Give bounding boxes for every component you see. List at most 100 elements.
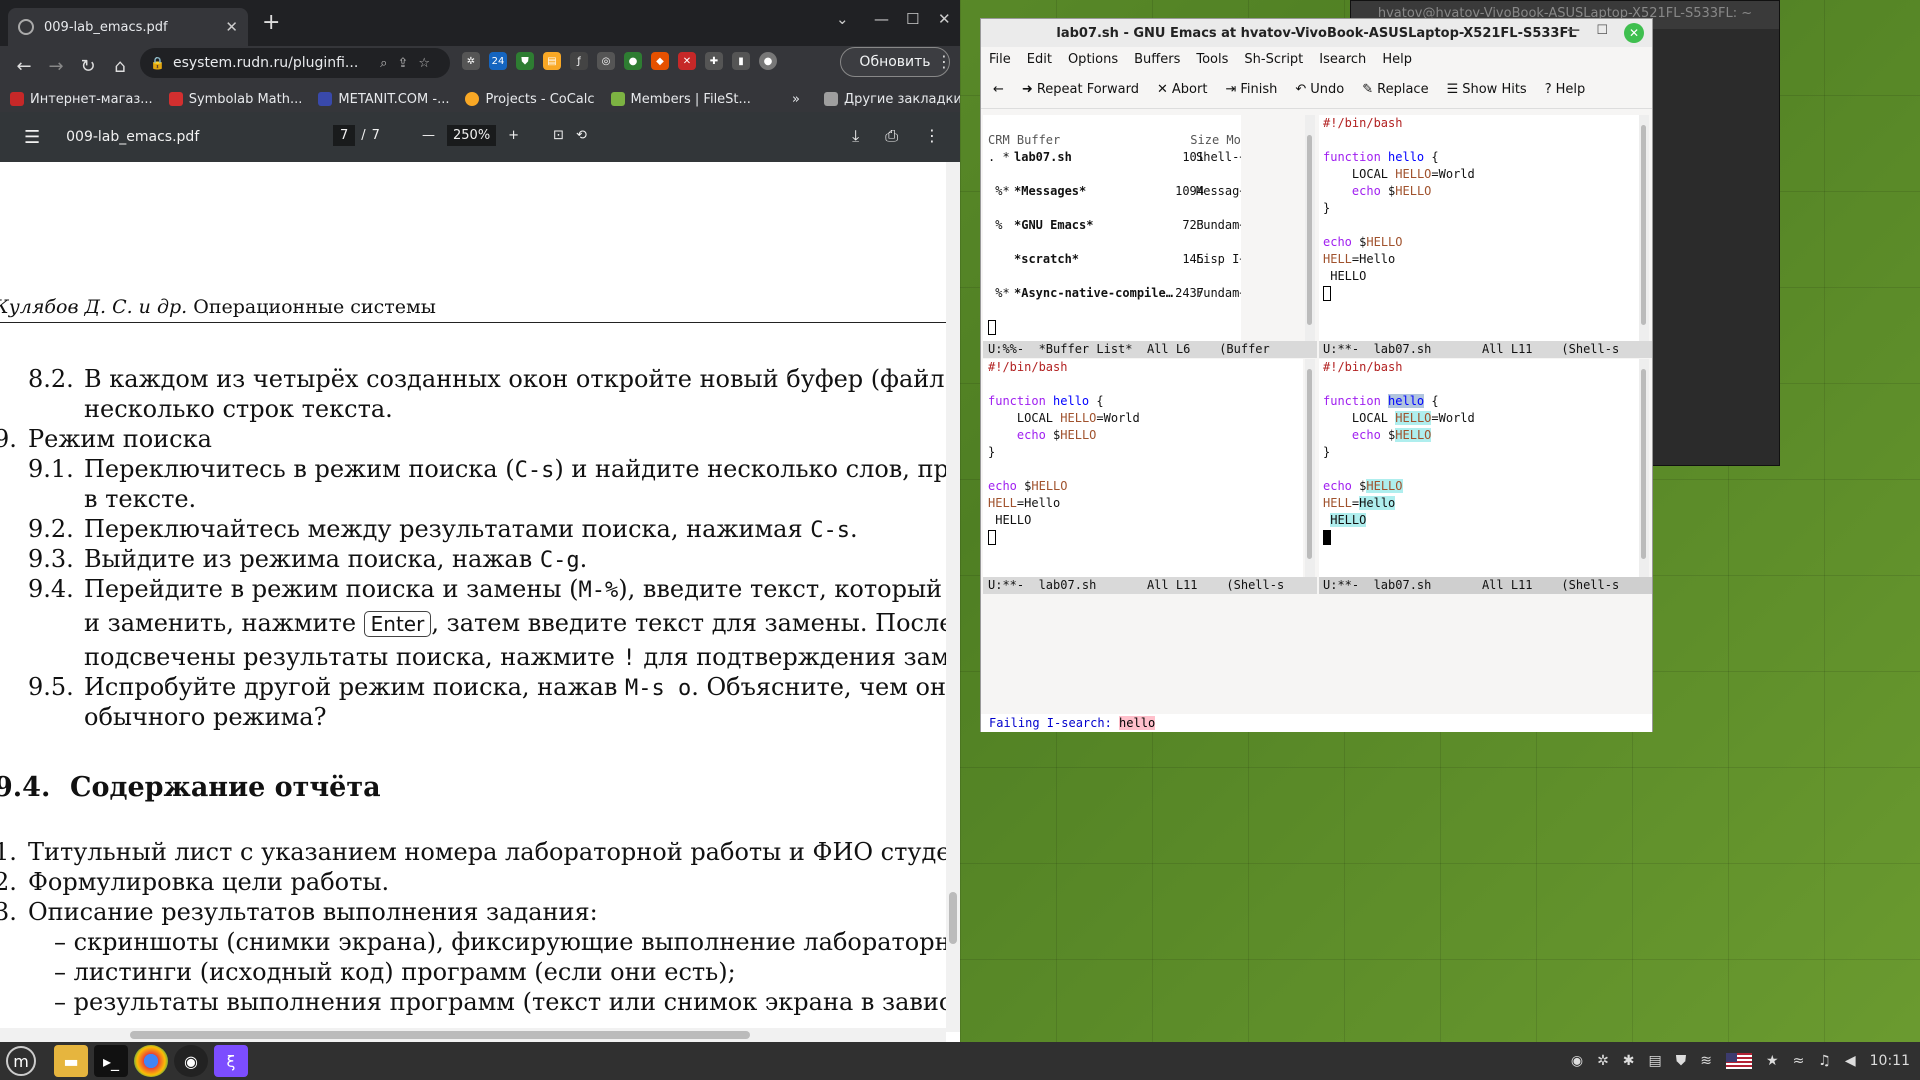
reload-icon[interactable]: ↻ [74, 56, 102, 77]
help-button[interactable]: ? Help [1545, 82, 1586, 97]
scrollbar-thumb[interactable] [1307, 135, 1312, 325]
menu-help[interactable]: Help [1382, 52, 1412, 67]
chrome-icon[interactable] [134, 1045, 168, 1077]
obs-icon[interactable]: ◉ [174, 1045, 208, 1077]
zoom-in-icon[interactable]: + [508, 128, 519, 143]
update-button[interactable]: Обновить [840, 47, 950, 77]
wifi-icon[interactable]: ≈ [1793, 1053, 1805, 1069]
scrollbar-thumb[interactable] [1307, 369, 1312, 559]
undo-button[interactable]: ↶ Undo [1295, 82, 1344, 97]
music-icon[interactable]: ♫ [1818, 1053, 1831, 1069]
zoom-input[interactable]: 250% [447, 125, 497, 146]
extension-icon[interactable]: ▤ [543, 52, 561, 70]
window-scrollbar[interactable] [1639, 359, 1649, 577]
code-window-bottom-left[interactable]: #!/bin/bash function hello { LOCAL HELLO… [983, 359, 1303, 577]
bookmarks-more-button[interactable]: » [792, 92, 800, 107]
menu-kebab-icon[interactable]: ⋮ [936, 52, 952, 71]
more-options-icon[interactable]: ⋮ [924, 126, 940, 146]
mint-menu-icon[interactable]: m [6, 1046, 36, 1076]
window-scrollbar[interactable] [1305, 359, 1315, 577]
emacs-icon[interactable]: ξ [214, 1045, 248, 1077]
back-icon[interactable]: ← [10, 56, 38, 77]
formula-icon[interactable]: ƒ [570, 52, 588, 70]
horizontal-scrollbar[interactable] [0, 1028, 946, 1042]
buffer-row[interactable]: %* *Messages*1094Messag➔ [988, 183, 1241, 200]
star-icon[interactable]: ★ [1766, 1053, 1779, 1069]
menu-edit[interactable]: Edit [1027, 52, 1052, 67]
forward-icon[interactable]: → [42, 56, 70, 77]
bookmark-item[interactable]: Projects - CoCalc [465, 92, 595, 107]
hamburger-menu-icon[interactable]: ☰ [24, 127, 40, 148]
repeat-forward-button[interactable]: ➜ Repeat Forward [1022, 82, 1139, 97]
buffer-row[interactable]: *scratch*145Lisp I➔ [988, 251, 1241, 268]
extension-badge-icon[interactable]: 24 [489, 52, 507, 70]
buffer-row[interactable]: %* *Async-native-compile…2437Fundam➔ [988, 285, 1241, 302]
menu-tools[interactable]: Tools [1196, 52, 1228, 67]
scrollbar-thumb[interactable] [130, 1031, 750, 1039]
page-number-input[interactable]: 7 [333, 125, 356, 146]
menu-file[interactable]: File [989, 52, 1011, 67]
code-window-bottom-right[interactable]: #!/bin/bash function hello { LOCAL HELLO… [1319, 359, 1639, 577]
extension-icon[interactable]: ✲ [462, 52, 480, 70]
buffer-row[interactable]: . * lab07.sh101Shell-➔ [988, 149, 1241, 166]
close-window-icon[interactable]: ✕ [938, 10, 951, 28]
sidepanel-icon[interactable]: ▮ [732, 52, 750, 70]
scrollbar-thumb[interactable] [949, 892, 957, 944]
download-icon[interactable]: ⤓ [852, 126, 859, 146]
rotate-icon[interactable]: ⟲ [576, 128, 587, 143]
extension-icon[interactable]: ◆ [651, 52, 669, 70]
settings-icon[interactable]: ✲ [1597, 1053, 1609, 1069]
shield-icon[interactable]: ⛊ [1676, 1053, 1687, 1069]
window-scrollbar[interactable] [1639, 115, 1649, 341]
minibuffer[interactable]: Failing I-search: hello [981, 714, 1652, 732]
us-flag-icon[interactable] [1726, 1053, 1752, 1069]
address-bar[interactable]: 🔒 esystem.rudn.ru/pluginfi... ⌕⇪☆ [140, 48, 450, 78]
new-tab-button[interactable]: + [262, 10, 280, 35]
close-tab-icon[interactable]: ✕ [225, 18, 238, 36]
avatar[interactable]: ● [759, 52, 777, 70]
finish-button[interactable]: ⇥ Finish [1225, 82, 1277, 97]
tab-search-icon[interactable]: ⌄ [836, 10, 849, 28]
bookmark-item[interactable]: METANIT.COM -... [318, 92, 449, 107]
leaf-icon[interactable]: ● [624, 52, 642, 70]
menu-sh-script[interactable]: Sh-Script [1244, 52, 1303, 67]
target-icon[interactable]: ◎ [597, 52, 615, 70]
obs-tray-icon[interactable]: ◉ [1571, 1053, 1583, 1069]
show-hits-button[interactable]: ☰ Show Hits [1447, 82, 1527, 97]
menu-buffers[interactable]: Buffers [1134, 52, 1180, 67]
replace-button[interactable]: ✎ Replace [1362, 82, 1428, 97]
scrollbar-thumb[interactable] [1641, 125, 1646, 325]
files-icon[interactable]: ▬ [54, 1045, 88, 1077]
clock[interactable]: 10:11 [1870, 1053, 1910, 1069]
maximize-icon[interactable]: ☐ [906, 10, 919, 28]
omnibox-actions-icon[interactable]: ⌕⇪☆ [380, 56, 440, 71]
bookmark-item[interactable]: Members | FileSt... [610, 92, 751, 107]
other-bookmarks[interactable]: Другие закладки [824, 92, 960, 107]
fit-page-icon[interactable]: ⊡ [553, 128, 564, 143]
emacs-window[interactable]: lab07.sh - GNU Emacs at hvatov-VivoBook-… [980, 18, 1653, 732]
extension-icon[interactable]: ✕ [678, 52, 696, 70]
minimize-icon[interactable]: — [1567, 23, 1580, 38]
back-icon[interactable]: ← [993, 82, 1004, 97]
shield-icon[interactable]: ⛊ [516, 52, 534, 70]
bookmark-item[interactable]: Интернет-магаз... [10, 92, 153, 107]
vertical-scrollbar[interactable] [946, 162, 960, 1032]
tab-pdf[interactable]: 009-lab_emacs.pdf ✕ [8, 8, 248, 46]
clipboard-icon[interactable]: ▤ [1649, 1053, 1662, 1069]
terminal-icon[interactable]: ▸_ [94, 1045, 128, 1077]
network-icon[interactable]: ≋ [1700, 1053, 1712, 1069]
buffer-list-window[interactable]: CRM Buffer Size Mode . * lab07.sh 101 Shel… [983, 115, 1241, 341]
puzzle-icon[interactable]: ✚ [705, 52, 723, 70]
maximize-icon[interactable]: ☐ [1596, 23, 1608, 38]
window-scrollbar[interactable] [1305, 115, 1315, 341]
abort-button[interactable]: ✕ Abort [1157, 82, 1207, 97]
code-window-top-right[interactable]: #!/bin/bash function hello { LOCAL HELLO… [1319, 115, 1639, 341]
bookmark-item[interactable]: Symbolab Math... [168, 92, 302, 107]
menu-isearch[interactable]: Isearch [1319, 52, 1366, 67]
bluetooth-icon[interactable]: ✱ [1623, 1053, 1635, 1069]
scrollbar-thumb[interactable] [1641, 369, 1646, 559]
volume-icon[interactable]: ◀ [1845, 1053, 1856, 1069]
menu-options[interactable]: Options [1068, 52, 1118, 67]
home-icon[interactable]: ⌂ [106, 56, 134, 77]
buffer-row[interactable]: % *GNU Emacs*723Fundam➔ [988, 217, 1241, 234]
